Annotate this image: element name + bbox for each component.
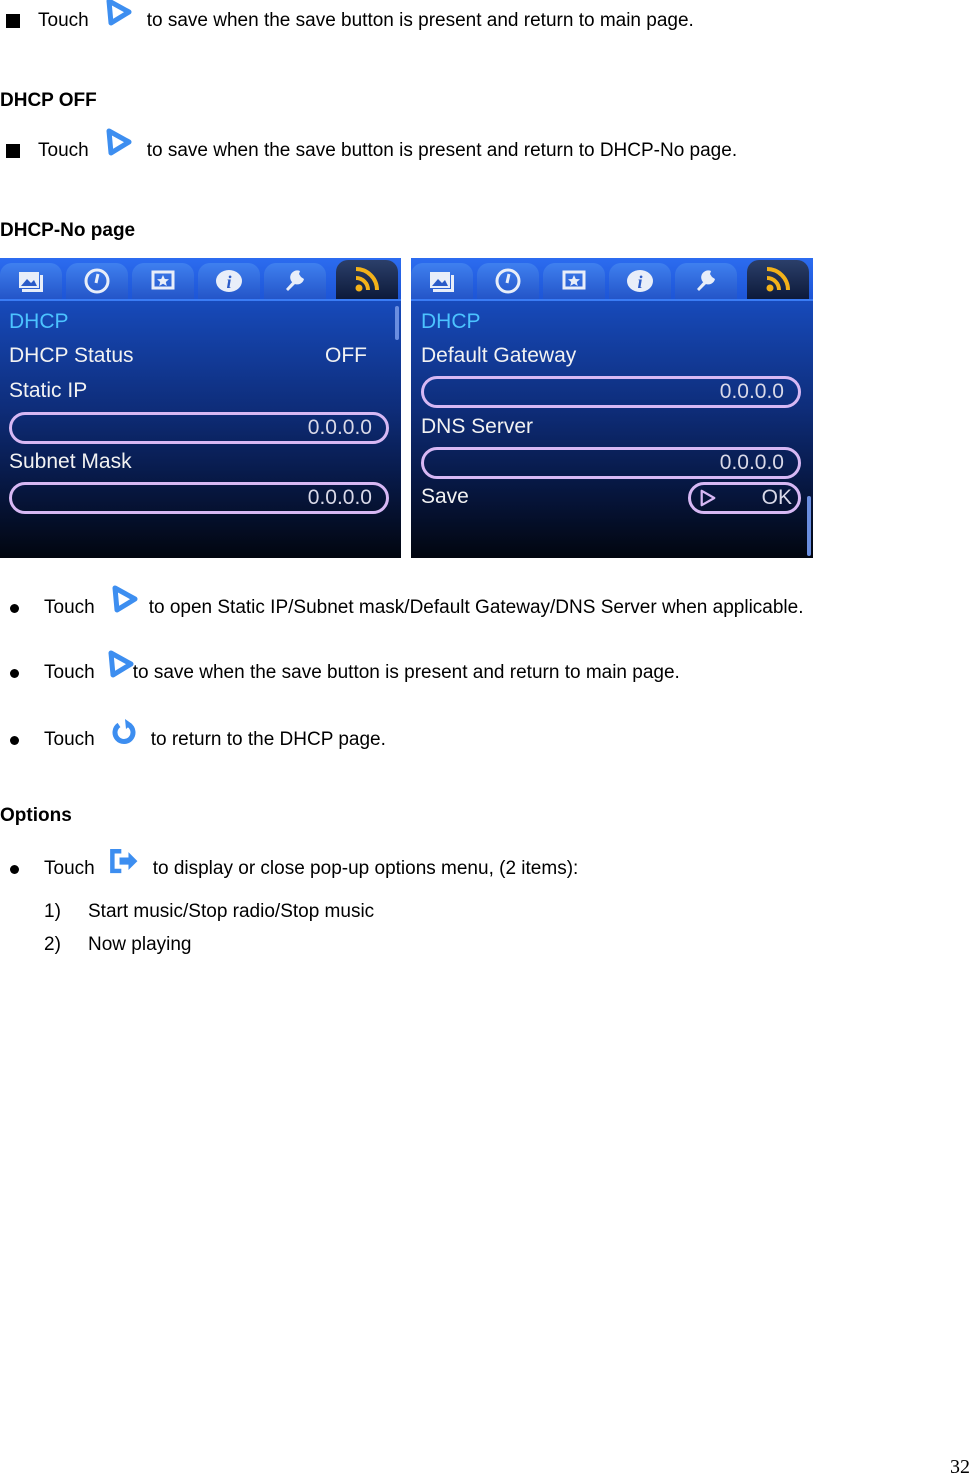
bullet-dot-icon: [10, 735, 19, 745]
touch-label: Touch: [44, 858, 95, 879]
photo-icon: [430, 272, 454, 292]
page-number: 32: [950, 1456, 970, 1478]
section-heading-dhcp-no-page: DHCP-No page: [0, 220, 136, 241]
tab-favorites[interactable]: [132, 263, 194, 299]
device-screen-dhcp-gateway: i DHCP Default Gateway 0.0.0.0 DNS Serve…: [411, 258, 813, 558]
info-icon: i: [627, 270, 653, 292]
touch-label: Touch: [38, 10, 89, 31]
info-icon: i: [216, 270, 242, 292]
return-icon: [107, 717, 141, 751]
bullet-dot-icon: [10, 864, 19, 874]
save-ok-button[interactable]: OK: [688, 482, 801, 514]
ok-label: OK: [761, 486, 792, 509]
dhcp-status-label: DHCP Status: [9, 344, 134, 367]
tab-clock[interactable]: [477, 263, 539, 299]
square-bullet-icon: [6, 14, 20, 28]
tab-favorites[interactable]: [543, 263, 605, 299]
settings-wrench-icon: [286, 270, 304, 291]
clock-icon: [495, 268, 521, 294]
tab-bar: i: [411, 258, 813, 301]
dhcp-status-value[interactable]: OFF: [325, 344, 367, 368]
static-ip-field[interactable]: 0.0.0.0: [9, 412, 389, 444]
scrollbar[interactable]: [807, 496, 811, 556]
instruction-save-main: Touch to save when the save button is pr…: [6, 0, 694, 32]
play-arrow-icon: [700, 489, 716, 507]
rss-network-icon: [766, 266, 790, 291]
favorites-icon: [151, 270, 175, 290]
subnet-mask-label: Subnet Mask: [9, 450, 132, 473]
tab-info[interactable]: i: [198, 263, 260, 299]
item-number: 2): [44, 934, 61, 955]
svg-text:i: i: [637, 272, 642, 292]
static-ip-label: Static IP: [9, 379, 88, 402]
bullet-options-menu: Touch to display or close pop-up options…: [10, 849, 579, 880]
tab-settings[interactable]: [264, 263, 326, 299]
dns-server-label: DNS Server: [421, 415, 534, 438]
options-item: 2) Now playing: [44, 934, 192, 956]
tab-network[interactable]: [336, 260, 398, 299]
clock-icon: [84, 268, 110, 294]
instruction-text: to open Static IP/Subnet mask/Default Ga…: [148, 597, 804, 618]
item-label: Start music/Stop radio/Stop music: [88, 901, 375, 922]
tab-bar: i: [0, 258, 401, 301]
play-arrow-icon: [101, 0, 135, 31]
tab-info[interactable]: i: [609, 263, 671, 299]
options-arrow-icon: [107, 845, 145, 879]
default-gateway-field[interactable]: 0.0.0.0: [421, 376, 801, 408]
item-label: Now playing: [88, 934, 192, 955]
bullet-save-main: Touch to save when the save button is pr…: [10, 650, 680, 684]
play-arrow-icon: [101, 127, 135, 161]
touch-label: Touch: [44, 662, 95, 683]
touch-label: Touch: [38, 140, 89, 161]
bullet-dot-icon: [10, 668, 19, 678]
touch-label: Touch: [44, 597, 95, 618]
tab-photo[interactable]: [0, 263, 62, 299]
play-arrow-icon: [103, 649, 134, 683]
play-arrow-icon: [107, 584, 141, 618]
tab-network[interactable]: [747, 260, 809, 299]
default-gateway-label: Default Gateway: [421, 344, 577, 367]
favorites-icon: [562, 270, 586, 290]
settings-wrench-icon: [697, 270, 715, 291]
tab-photo[interactable]: [411, 263, 473, 299]
dns-server-field[interactable]: 0.0.0.0: [421, 447, 801, 479]
bullet-dot-icon: [10, 603, 19, 613]
tab-clock[interactable]: [66, 263, 128, 299]
instruction-text: to return to the DHCP page.: [150, 729, 386, 750]
section-heading-dhcp-off: DHCP OFF: [0, 90, 97, 111]
instruction-text: to save when the save button is present …: [132, 662, 680, 683]
screen-title: DHCP: [421, 310, 481, 333]
bullet-open-fields: Touch to open Static IP/Subnet mask/Defa…: [10, 585, 804, 619]
bullet-return-dhcp: Touch to return to the DHCP page.: [10, 719, 386, 751]
device-screen-dhcp-static: i DHCP DHCP Status OFF Static IP 0.0.0.0…: [0, 258, 401, 558]
tab-settings[interactable]: [675, 263, 737, 299]
scrollbar[interactable]: [395, 306, 399, 340]
section-heading-options: Options: [0, 805, 72, 826]
options-item: 1) Start music/Stop radio/Stop music: [44, 901, 374, 923]
instruction-text: to display or close pop-up options menu,…: [152, 858, 579, 879]
save-label: Save: [421, 485, 469, 508]
photo-icon: [19, 272, 43, 292]
svg-text:i: i: [226, 272, 231, 292]
item-number: 1): [44, 901, 61, 922]
instruction-text: to save when the save button is present …: [146, 10, 694, 31]
instruction-text: to save when the save button is present …: [146, 140, 738, 161]
screen-title: DHCP: [9, 310, 69, 333]
rss-network-icon: [355, 266, 379, 291]
subnet-mask-field[interactable]: 0.0.0.0: [9, 482, 389, 514]
instruction-save-dhcp-no: Touch to save when the save button is pr…: [6, 128, 738, 162]
touch-label: Touch: [44, 729, 95, 750]
square-bullet-icon: [6, 144, 20, 158]
